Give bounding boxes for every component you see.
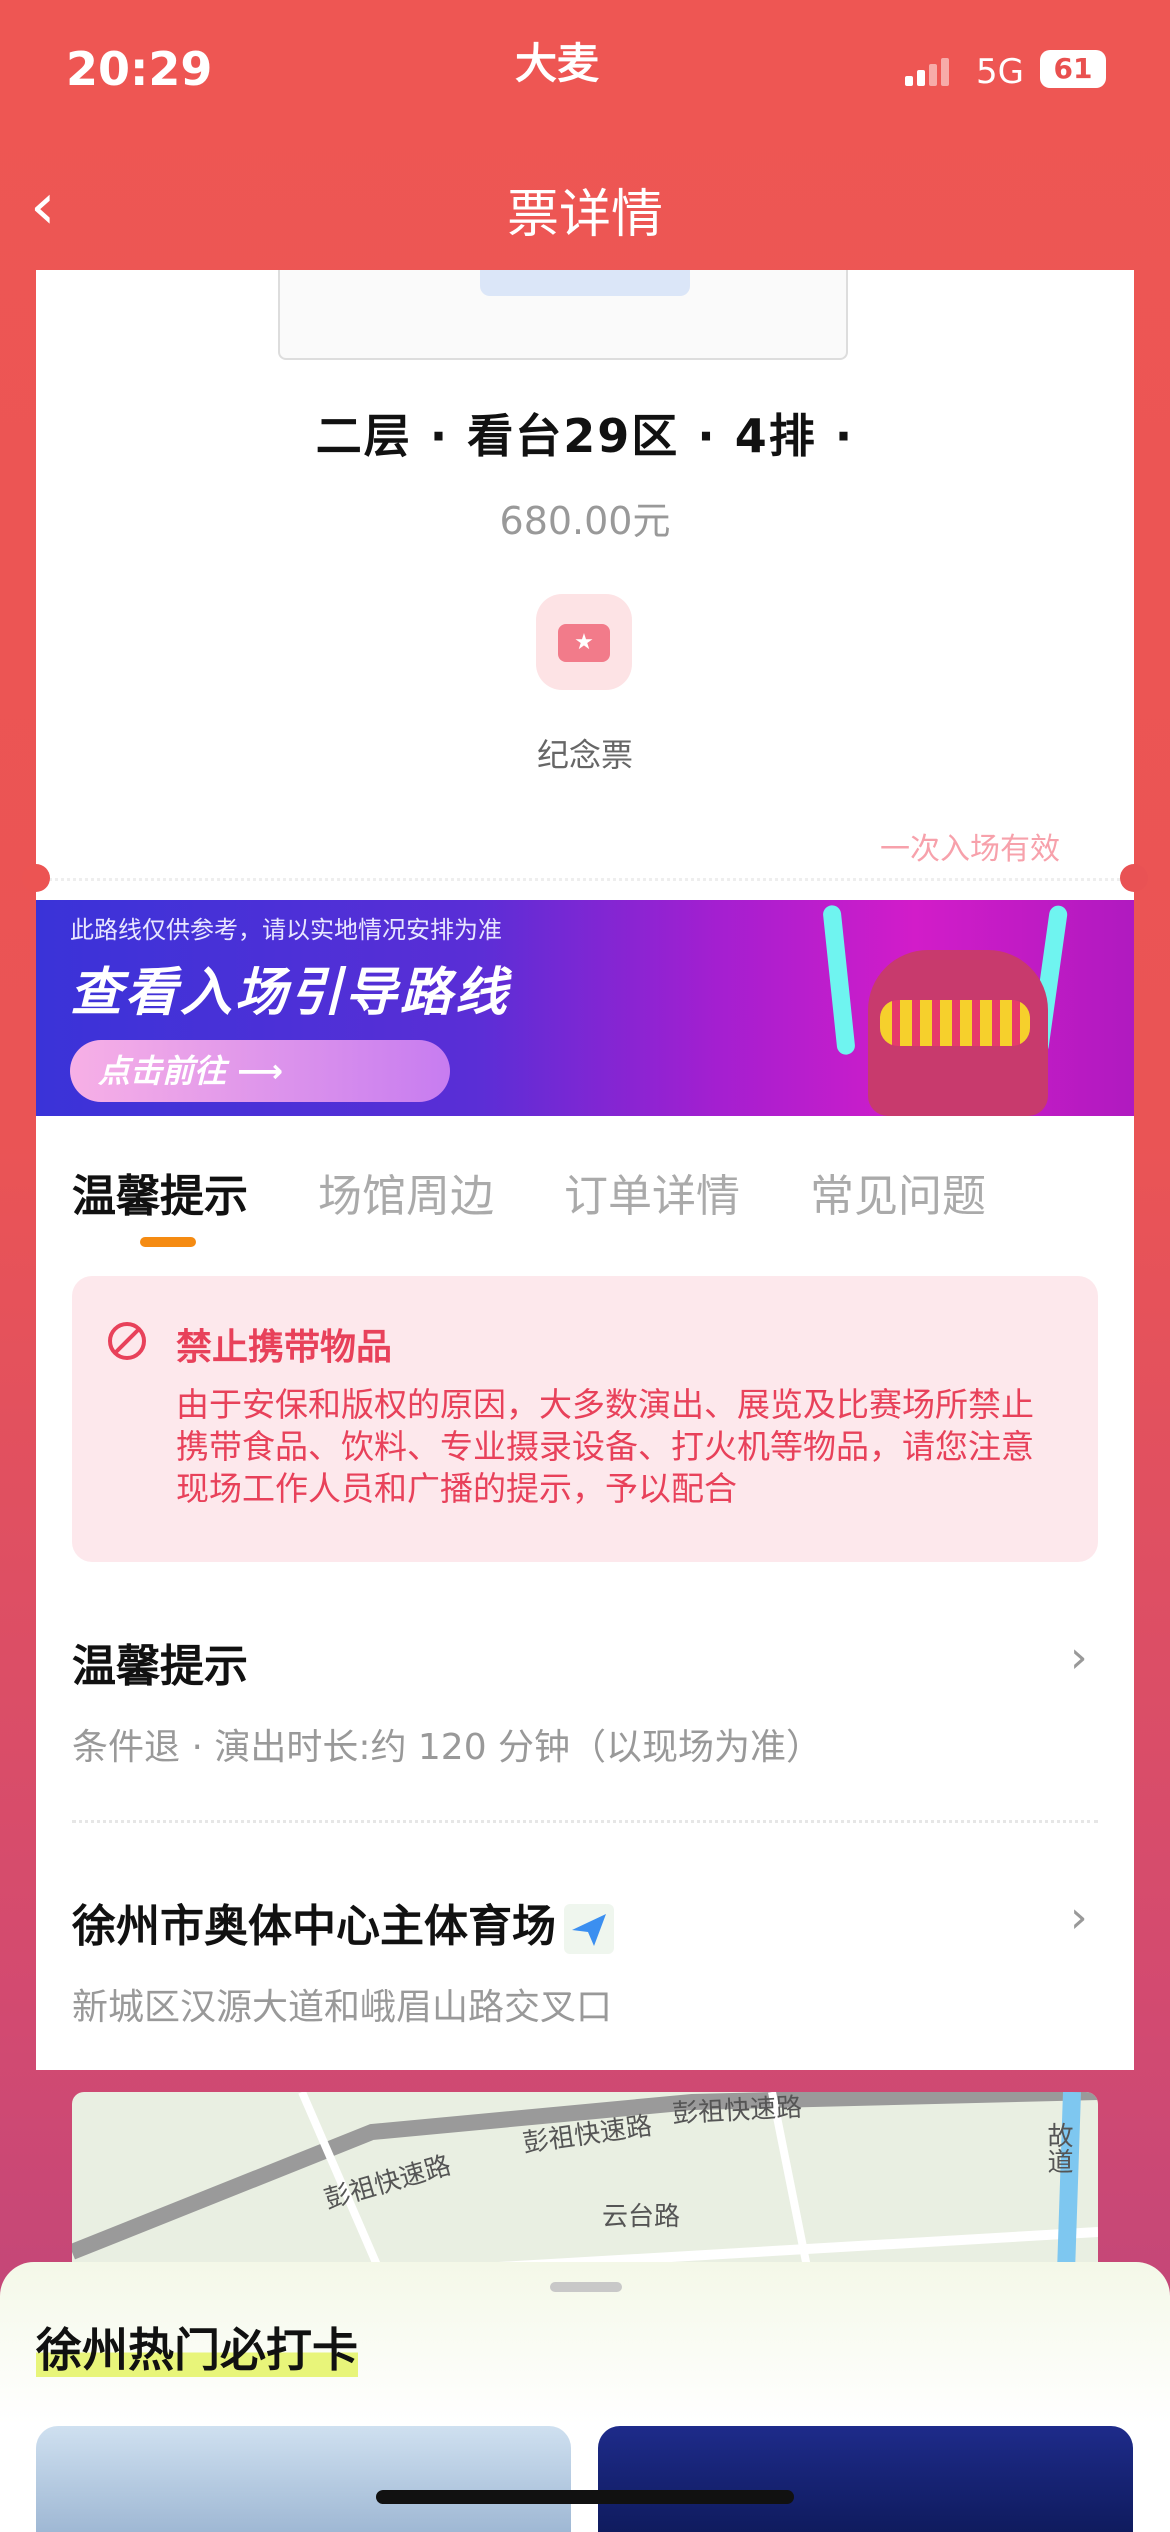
hide-qr-button[interactable] [480,270,690,296]
chevron-right-icon[interactable]: › [1070,1892,1088,1943]
tips-row-subtitle: 条件退 · 演出时长:约 120 分钟（以现场为准） [72,1727,823,1768]
banner-headline: 查看入场引导路线 [70,963,511,1023]
dotted-divider [72,1820,1098,1823]
home-indicator [376,2490,794,2504]
venue-address: 新城区汉源大道和峨眉山路交叉口 [72,1987,613,2028]
battery-icon: 61 [1040,50,1106,88]
page-title: 票详情 [506,185,663,245]
tab-faq[interactable]: 常见问题 [810,1160,986,1224]
notice-text: 由于安保和版权的原因，大多数演出、展览及比赛场所禁止携带食品、饮料、专业摄录设备… [176,1385,1034,1508]
attraction-card[interactable] [598,2426,1133,2532]
tab-tips[interactable]: 温馨提示 [72,1160,248,1224]
banner-note: 此路线仅供参考，请以实地情况安排为准 [70,916,502,944]
chevron-right-icon[interactable]: › [1070,1632,1088,1683]
souvenir-ticket-label: 纪念票 [536,736,633,774]
network-label: 5G [976,52,1024,92]
brand-logo: 大麦 [515,39,600,88]
attraction-card[interactable] [36,2426,571,2532]
venue-name: 徐州市奥体中心主体育场 [72,1901,556,1952]
venue-name-row[interactable]: 徐州市奥体中心主体育场 [72,1890,614,1954]
status-time: 20:29 [66,42,213,96]
navigation-icon[interactable] [564,1904,614,1954]
signal-icon [905,58,953,86]
souvenir-ticket-icon[interactable]: ★ [536,594,632,690]
prohibited-icon [108,1322,146,1360]
ticket-notch-right [1120,864,1148,892]
tips-row-title[interactable]: 温馨提示 [72,1630,248,1694]
banner-go-button[interactable]: 点击前往 ⟶ [70,1040,450,1102]
map-road-label: 云台路 [602,2202,681,2232]
mascot-glasses [880,1000,1030,1046]
validity-label: 一次入场有效 [880,832,1060,867]
sheet-drag-handle[interactable] [550,2282,622,2292]
perforation-divider [36,878,1134,881]
notice-title: 禁止携带物品 [176,1327,393,1368]
map-road-label: 故道 [1043,2122,1073,2174]
tab-order-details[interactable]: 订单详情 [564,1160,740,1224]
ticket-price: 680.00元 [499,499,671,543]
seat-info: 二层 · 看台29区 · 4排 · [315,409,855,463]
active-tab-indicator [140,1237,196,1247]
tab-venue-nearby[interactable]: 场馆周边 [318,1160,494,1224]
ticket-notch-left [22,864,50,892]
sheet-title: 徐州热门必打卡 [36,2323,358,2377]
